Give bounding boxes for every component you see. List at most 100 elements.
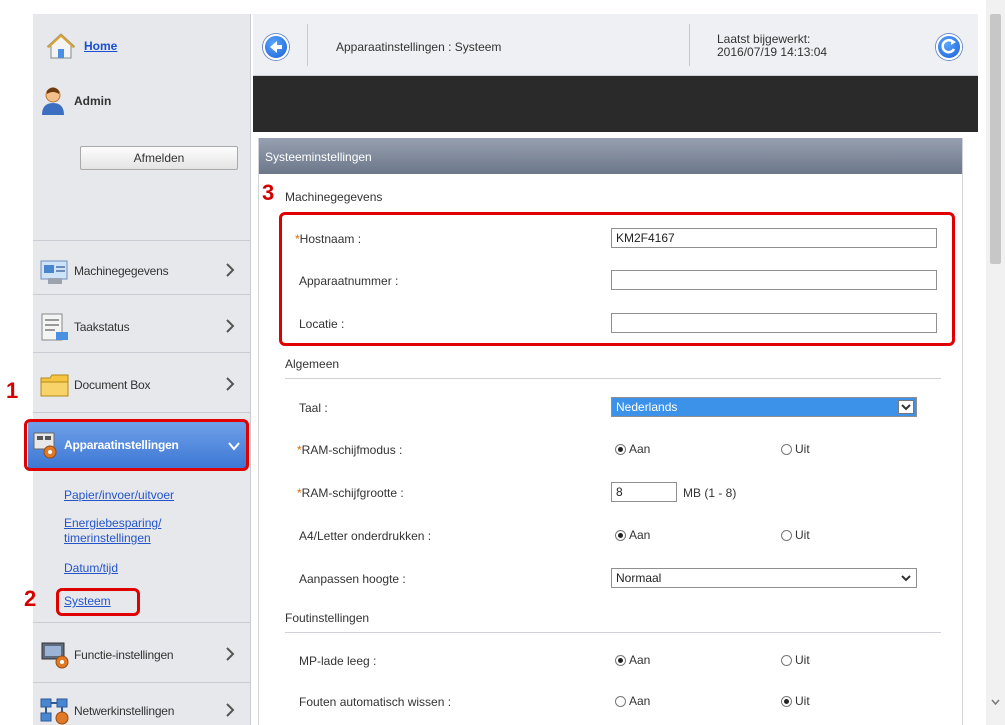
ramdisk-mode-off-radio[interactable]: Uit xyxy=(781,442,810,456)
sidebar-divider xyxy=(33,412,251,413)
radio-label: Uit xyxy=(795,694,810,708)
chevron-down-icon xyxy=(898,400,914,414)
a4-letter-label: A4/Letter onderdrukken : xyxy=(299,529,432,543)
sidebar-subitem-datetime[interactable]: Datum/tijd xyxy=(64,561,118,575)
section-divider xyxy=(285,378,941,379)
sidebar-item-network-settings[interactable]: Netwerkinstellingen xyxy=(38,688,248,725)
sidebar-subitem-paper[interactable]: Papier/invoer/uitvoer xyxy=(64,488,174,502)
callout-number-2: 2 xyxy=(24,586,37,611)
refresh-icon xyxy=(941,38,956,54)
refresh-button[interactable] xyxy=(936,34,962,60)
page-title: Apparaatinstellingen : Systeem xyxy=(336,40,502,54)
section-error-settings: Foutinstellingen xyxy=(285,611,370,625)
a4-letter-off-radio[interactable]: Uit xyxy=(781,528,810,542)
home-link[interactable]: Home xyxy=(84,39,117,53)
ramdisk-mode-on-radio[interactable]: Aan xyxy=(615,442,650,456)
radio-dot xyxy=(781,654,792,666)
header-band xyxy=(253,76,978,132)
scrollbar-thumb[interactable] xyxy=(990,14,1001,264)
sidebar-divider xyxy=(33,294,251,295)
chevron-right-icon xyxy=(226,263,235,277)
height-adjust-label: Aanpassen hoogte : xyxy=(299,572,406,586)
radio-label: Uit xyxy=(795,442,810,456)
machine-info-icon xyxy=(40,260,68,284)
language-select[interactable]: Nederlands xyxy=(611,397,917,417)
height-adjust-select[interactable]: Normaal xyxy=(611,568,917,588)
callout-box-1 xyxy=(24,419,249,471)
home-row[interactable]: Home xyxy=(46,30,117,62)
section-divider xyxy=(285,632,941,633)
callout-box-3 xyxy=(279,212,955,346)
section-general: Algemeen xyxy=(285,357,340,371)
ramdisk-size-label-text: RAM-schijfgrootte : xyxy=(301,486,404,500)
sidebar-item-label: Netwerkinstellingen xyxy=(74,704,175,718)
sidebar-item-document-box[interactable]: Document Box xyxy=(38,362,248,408)
sidebar-item-machine-info[interactable]: Machinegegevens xyxy=(38,248,248,294)
scrollbar[interactable] xyxy=(986,0,1005,725)
sidebar-item-label: Taakstatus xyxy=(74,320,130,334)
callout-number-1: 1 xyxy=(6,378,19,403)
sidebar-item-label: Document Box xyxy=(74,378,151,392)
user-row: Admin xyxy=(40,84,111,118)
sidebar-divider xyxy=(33,352,251,353)
sidebar: Home Admin Afmelden Machinegegevens Taak… xyxy=(0,0,253,725)
network-settings-icon xyxy=(40,698,69,725)
ramdisk-size-unit: MB (1 - 8) xyxy=(683,486,737,500)
topbar-divider xyxy=(307,24,308,66)
chevron-right-icon xyxy=(226,647,235,661)
radio-label: Uit xyxy=(795,653,810,667)
language-select-value: Nederlands xyxy=(616,400,678,414)
radio-dot xyxy=(781,695,792,707)
sidebar-item-label: Machinegegevens xyxy=(74,264,169,278)
panel-header: Systeeminstellingen xyxy=(259,138,962,174)
document-box-icon xyxy=(40,374,69,397)
mp-tray-on-radio[interactable]: Aan xyxy=(615,653,650,667)
function-settings-icon xyxy=(41,642,69,669)
sidebar-divider xyxy=(33,240,251,241)
radio-label: Uit xyxy=(795,528,810,542)
section-machine-info: Machinegegevens xyxy=(285,190,383,204)
ramdisk-mode-label-text: RAM-schijfmodus : xyxy=(301,443,403,457)
radio-dot xyxy=(615,443,626,455)
radio-label: Aan xyxy=(629,442,651,456)
radio-label: Aan xyxy=(629,653,651,667)
radio-dot xyxy=(615,695,626,707)
sidebar-item-job-status[interactable]: Taakstatus xyxy=(38,304,248,350)
chevron-right-icon xyxy=(226,319,235,333)
radio-label: Aan xyxy=(629,528,651,542)
back-button[interactable] xyxy=(263,34,289,60)
auto-clear-errors-label: Fouten automatisch wissen : xyxy=(299,695,452,709)
height-adjust-select-value: Normaal xyxy=(616,571,662,585)
sidebar-divider xyxy=(33,622,251,623)
last-updated-value: 2016/07/19 14:13:04 xyxy=(717,45,828,59)
callout-number-3: 3 xyxy=(262,180,275,205)
auto-clear-off-radio[interactable]: Uit xyxy=(781,694,810,708)
radio-dot xyxy=(615,654,626,666)
sidebar-divider xyxy=(33,682,251,683)
scroll-down-icon[interactable] xyxy=(990,697,1001,707)
radio-dot xyxy=(781,529,792,541)
radio-dot xyxy=(781,443,792,455)
ramdisk-size-input[interactable] xyxy=(611,482,677,502)
sidebar-subitem-energy[interactable]: Energiebesparing/ xyxy=(64,516,161,530)
last-updated: Laatst bijgewerkt: 2016/07/19 14:13:04 xyxy=(717,33,827,59)
language-label: Taal : xyxy=(299,401,328,415)
sidebar-subitem-energy-timer[interactable]: timerinstellingen xyxy=(64,531,151,545)
chevron-right-icon xyxy=(226,703,235,717)
home-icon xyxy=(46,33,76,59)
topbar-divider xyxy=(689,24,690,66)
callout-box-2 xyxy=(56,588,140,616)
mp-tray-empty-label: MP-lade leeg : xyxy=(299,654,377,668)
logout-button[interactable]: Afmelden xyxy=(80,146,238,170)
ramdisk-mode-label: *RAM-schijfmodus : xyxy=(297,443,402,457)
a4-letter-on-radio[interactable]: Aan xyxy=(615,528,650,542)
arrow-left-icon xyxy=(270,41,282,53)
sidebar-item-label: Functie-instellingen xyxy=(74,648,174,662)
radio-label: Aan xyxy=(629,694,651,708)
mp-tray-off-radio[interactable]: Uit xyxy=(781,653,810,667)
top-bar: Apparaatinstellingen : Systeem Laatst bi… xyxy=(253,14,978,76)
chevron-right-icon xyxy=(226,377,235,391)
sidebar-item-function-settings[interactable]: Functie-instellingen xyxy=(38,632,248,678)
user-name: Admin xyxy=(74,94,112,108)
auto-clear-on-radio[interactable]: Aan xyxy=(615,694,650,708)
